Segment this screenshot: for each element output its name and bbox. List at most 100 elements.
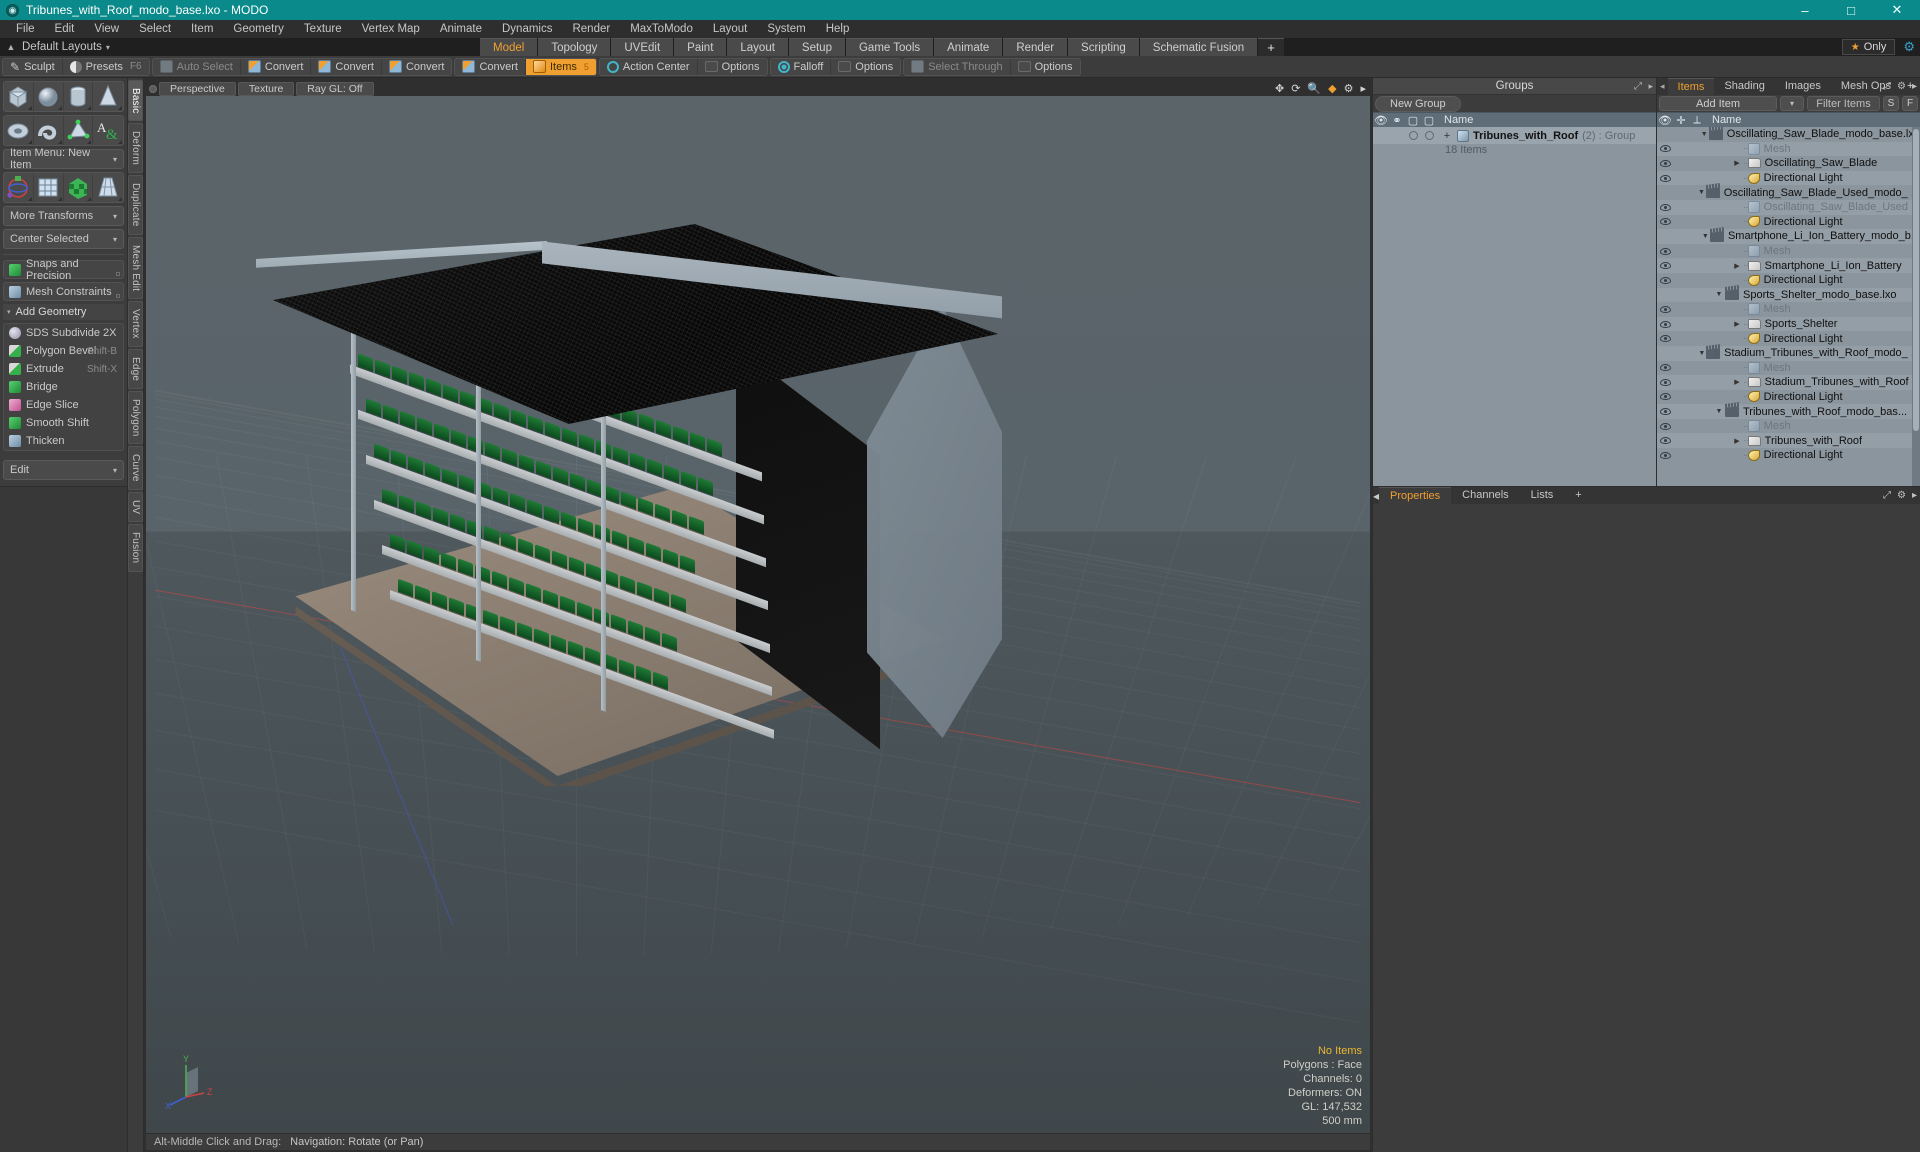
s-button[interactable]: S	[1883, 96, 1899, 111]
layout-tab-topology[interactable]: Topology	[538, 38, 611, 56]
geometry-tool-smooth-shift[interactable]: Smooth Shift	[4, 414, 123, 432]
gear-icon[interactable]: ⚙	[1897, 490, 1906, 501]
viewport-3d[interactable]: Y X Z No Items Polygons : Face Channels:…	[146, 96, 1370, 1133]
visibility-toggle[interactable]	[1657, 437, 1673, 445]
expand-plus-icon[interactable]: +	[1437, 130, 1457, 142]
chevron-right-icon[interactable]: ▸	[1912, 81, 1917, 92]
cube-icon[interactable]	[4, 82, 34, 111]
visibility-toggle[interactable]	[1657, 451, 1673, 459]
items-button[interactable]: Items 5	[526, 58, 596, 75]
item-row[interactable]: ·· Mesh	[1657, 141, 1920, 157]
menu-item-geometry[interactable]: Geometry	[223, 20, 294, 38]
layout-tab-animate[interactable]: Animate	[934, 38, 1003, 56]
expand-icon[interactable]: ⤢	[1883, 490, 1891, 501]
layout-tab-scripting[interactable]: Scripting	[1068, 38, 1139, 56]
action-center-button[interactable]: Action Center	[600, 58, 698, 75]
vertical-tab-uv[interactable]: UV	[128, 492, 143, 523]
group-row[interactable]: + Tribunes_with_Roof (2) : Group	[1373, 127, 1656, 144]
layout-tab-model[interactable]: Model	[480, 38, 538, 56]
menu-item-system[interactable]: System	[757, 20, 815, 38]
menu-item-layout[interactable]: Layout	[703, 20, 758, 38]
prop-tab-properties[interactable]: Properties	[1379, 487, 1452, 504]
raygl-button[interactable]: Ray GL: Off	[296, 81, 374, 96]
visibility-toggle[interactable]	[1657, 174, 1673, 182]
twisty-icon[interactable]: ▶	[1731, 320, 1743, 328]
auto-select-button[interactable]: Auto Select	[153, 58, 241, 75]
item-row[interactable]: ·· Mesh	[1657, 419, 1920, 434]
expand-icon[interactable]: ⤢	[1883, 81, 1891, 92]
only-toggle[interactable]: ★ Only	[1841, 39, 1896, 55]
visibility-toggle[interactable]	[1657, 247, 1673, 255]
visibility-toggle[interactable]	[1657, 262, 1673, 270]
item-row[interactable]: ·· Mesh	[1657, 302, 1920, 317]
visibility-toggle[interactable]	[1657, 378, 1673, 386]
add-geometry-header[interactable]: ▾ Add Geometry	[3, 304, 124, 320]
gear-icon[interactable]: ⚙	[1903, 39, 1918, 55]
item-row[interactable]: ▶ ·· Stadium_Tribunes_with_Roof	[1657, 375, 1920, 390]
item-row[interactable]: ▶ ·· Sports_Shelter	[1657, 316, 1920, 332]
item-tab-items[interactable]: Items	[1667, 78, 1715, 95]
expand-icon[interactable]: ⤢	[1634, 81, 1642, 92]
item-tab-images[interactable]: Images	[1775, 78, 1831, 95]
layout-tab-render[interactable]: Render	[1003, 38, 1068, 56]
vertical-tab-vertex[interactable]: Vertex	[128, 301, 143, 347]
twisty-icon[interactable]: ▼	[1713, 291, 1725, 298]
polygon-pen-icon[interactable]	[64, 116, 94, 145]
visibility-toggle[interactable]	[1657, 422, 1673, 430]
cylinder-icon[interactable]	[64, 82, 94, 111]
minimize-button[interactable]: –	[1782, 0, 1828, 20]
item-row[interactable]: ·· Directional Light	[1657, 273, 1920, 288]
f-button[interactable]: F	[1902, 96, 1918, 111]
vertical-tab-fusion[interactable]: Fusion	[128, 524, 143, 572]
visibility-toggle[interactable]	[1657, 320, 1673, 328]
more-transforms-dropdown[interactable]: More Transforms ▾	[3, 206, 124, 226]
layout-tab-layout[interactable]: Layout	[727, 38, 788, 56]
cone-icon[interactable]	[93, 82, 123, 111]
item-row[interactable]: ▼ Stadium_Tribunes_with_Roof_modo_ ...	[1657, 345, 1920, 361]
center-selected-dropdown[interactable]: Center Selected ▾	[3, 229, 124, 249]
item-row[interactable]: ▼ Sports_Shelter_modo_base.lxo	[1657, 287, 1920, 303]
chevron-left-icon[interactable]: ◂	[1657, 81, 1668, 92]
spiral-icon[interactable]	[34, 116, 64, 145]
add-prop-tab-button[interactable]: +	[1564, 487, 1592, 504]
menu-item-item[interactable]: Item	[181, 20, 223, 38]
menu-item-select[interactable]: Select	[129, 20, 181, 38]
shading-mode-button[interactable]: Texture	[237, 81, 295, 96]
add-item-button[interactable]: Add Item	[1659, 96, 1777, 111]
menu-item-render[interactable]: Render	[562, 20, 620, 38]
chevron-right-icon[interactable]: ▸	[1648, 81, 1653, 92]
menu-item-edit[interactable]: Edit	[45, 20, 85, 38]
vertical-tab-mesh-edit[interactable]: Mesh Edit	[128, 236, 143, 300]
geometry-tool-extrude[interactable]: Extrude Shift-X	[4, 360, 123, 378]
light-icon[interactable]: ◆	[1328, 82, 1336, 95]
transform-gizmo-icon[interactable]	[4, 173, 34, 202]
gear-icon[interactable]: ⚙	[1344, 82, 1354, 95]
presets-button[interactable]: Presets F6	[63, 59, 149, 75]
item-row[interactable]: ·· Directional Light	[1657, 448, 1920, 463]
visibility-toggle[interactable]	[1657, 408, 1673, 416]
menu-item-animate[interactable]: Animate	[430, 20, 492, 38]
layout-tab-uvedit[interactable]: UVEdit	[611, 38, 674, 56]
twisty-icon[interactable]: ▶	[1731, 262, 1743, 270]
options-square-icon[interactable]	[116, 272, 120, 276]
vertical-tab-basic[interactable]: Basic	[128, 80, 143, 122]
up-arrow-icon[interactable]: ▲	[4, 42, 18, 52]
chevron-right-icon[interactable]: ▸	[1912, 490, 1917, 501]
vertical-tab-deform[interactable]: Deform	[128, 123, 143, 174]
item-row[interactable]: ▼ Tribunes_with_Roof_modo_bas...	[1657, 404, 1920, 419]
item-row[interactable]: ·· Directional Light	[1657, 390, 1920, 405]
snaps-and-precision-button[interactable]: Snaps and Precision	[3, 258, 124, 282]
menu-item-vertex-map[interactable]: Vertex Map	[352, 20, 430, 38]
layout-tab-schematic-fusion[interactable]: Schematic Fusion	[1139, 38, 1258, 56]
menu-item-help[interactable]: Help	[816, 20, 860, 38]
item-row[interactable]: ·· Directional Light	[1657, 331, 1920, 346]
viewport-menu-dot-icon[interactable]	[149, 84, 157, 93]
geometry-tool-edge-slice[interactable]: Edge Slice	[4, 396, 123, 414]
visibility-toggle[interactable]	[1657, 203, 1673, 211]
text-icon[interactable]: A &	[93, 116, 123, 145]
add-layout-tab-button[interactable]: +	[1258, 38, 1284, 56]
options-button[interactable]: Options	[831, 59, 900, 75]
twisty-icon[interactable]: ▶	[1731, 437, 1743, 445]
sphere-icon[interactable]	[34, 82, 64, 111]
item-row[interactable]: ·· Directional Light	[1657, 170, 1920, 186]
